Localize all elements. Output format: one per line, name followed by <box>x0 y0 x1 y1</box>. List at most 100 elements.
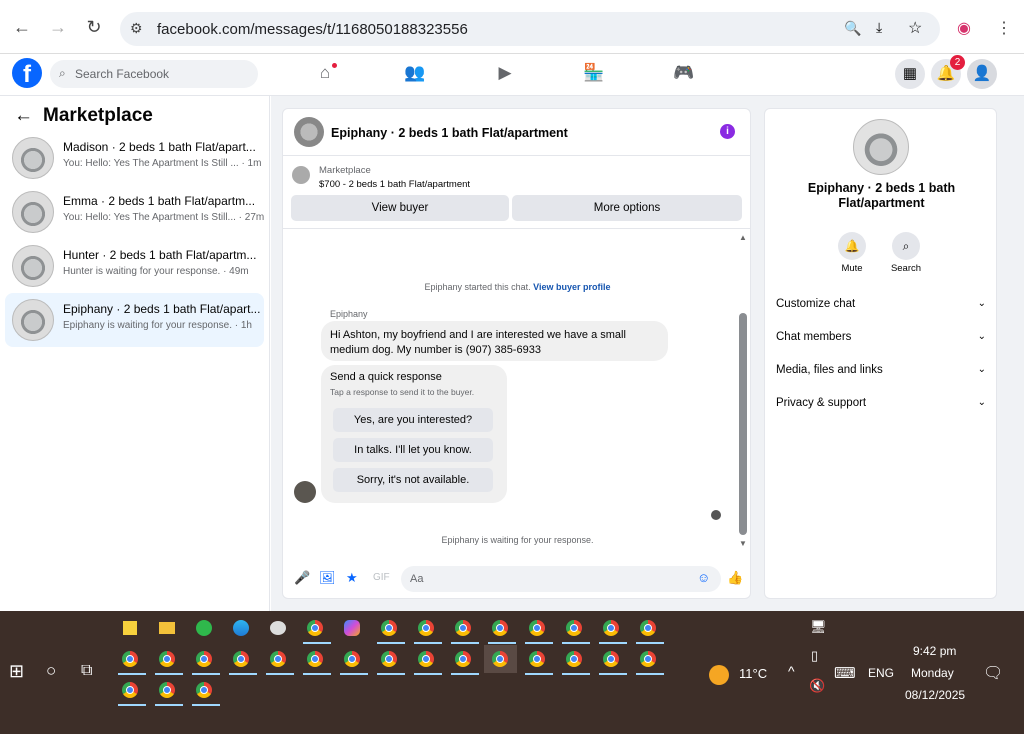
reload-icon[interactable]: ↻ <box>82 17 106 38</box>
conversation-item[interactable]: Hunter · 2 beds 1 bath Flat/apartm... Hu… <box>5 239 264 293</box>
device-icon[interactable]: ▯ <box>811 648 818 664</box>
quick-response-option[interactable]: In talks. I'll let you know. <box>333 438 493 462</box>
chrome-icon[interactable] <box>562 616 590 644</box>
chrome-icon[interactable] <box>303 647 331 675</box>
install-icon[interactable]: ⤓ <box>876 19 882 36</box>
photo-icon[interactable]: 🖼 <box>319 570 336 586</box>
chrome-icon[interactable] <box>562 647 590 675</box>
conversation-item[interactable]: Madison · 2 beds 1 bath Flat/apart... Yo… <box>5 131 264 185</box>
view-buyer-button[interactable]: View buyer <box>291 195 509 221</box>
microphone-icon[interactable]: 🎤 <box>294 570 310 586</box>
chrome-icon[interactable] <box>266 647 294 675</box>
edge-icon[interactable] <box>229 616 253 640</box>
marketplace-header[interactable]: ← Marketplace <box>14 105 153 127</box>
chrome-icon[interactable] <box>599 647 627 675</box>
clock-date[interactable]: 08/12/2025 <box>905 688 965 702</box>
privacy-support-row[interactable]: Privacy & support ⌄ <box>776 397 986 409</box>
network-icon[interactable]: 🖥 <box>810 619 827 635</box>
chrome-icon[interactable] <box>377 616 405 644</box>
gif-icon[interactable]: GIF <box>373 572 390 583</box>
menu-dots-icon[interactable]: ⋮ <box>996 18 1012 38</box>
account-avatar[interactable]: 👤 <box>967 59 997 89</box>
scrollbar-thumb[interactable] <box>739 313 747 535</box>
chrome-icon-active[interactable] <box>484 645 517 673</box>
media-files-row[interactable]: Media, files and links ⌄ <box>776 364 986 376</box>
customize-chat-row[interactable]: Customize chat ⌄ <box>776 298 986 310</box>
chrome-icon[interactable] <box>451 647 479 675</box>
chrome-icon[interactable] <box>451 616 479 644</box>
friends-icon[interactable]: 👥 <box>404 63 426 85</box>
copilot-icon[interactable] <box>340 616 364 640</box>
chrome-icon[interactable] <box>636 647 664 675</box>
chat-members-row[interactable]: Chat members ⌄ <box>776 331 986 343</box>
chrome-icon[interactable] <box>192 678 220 706</box>
address-bar[interactable]: ⚙ facebook.com/messages/t/11680501883235… <box>120 12 940 46</box>
chat-title[interactable]: Epiphany · 2 beds 1 bath Flat/apartment <box>331 126 568 140</box>
chrome-icon[interactable] <box>414 647 442 675</box>
zoom-icon[interactable]: 🔍 <box>844 20 861 37</box>
chrome-icon[interactable] <box>377 647 405 675</box>
weather-sun-icon[interactable] <box>709 665 729 685</box>
more-options-button[interactable]: More options <box>512 195 742 221</box>
search-placeholder[interactable]: Search Facebook <box>75 67 169 81</box>
profile-icon[interactable]: ◉ <box>957 18 971 38</box>
chrome-icon[interactable] <box>525 616 553 644</box>
scroll-up-icon[interactable]: ▲ <box>739 233 747 242</box>
chrome-icon[interactable] <box>303 616 331 644</box>
windows-start-icon[interactable]: ⊞ <box>9 661 24 682</box>
file-explorer-icon[interactable] <box>155 616 179 640</box>
message-input[interactable]: Aa <box>401 566 721 592</box>
facebook-logo[interactable]: f <box>12 58 42 88</box>
clock-time[interactable]: 9:42 pm <box>913 644 956 658</box>
chrome-icon[interactable] <box>155 647 183 675</box>
chrome-icon[interactable] <box>340 647 368 675</box>
notification-center-icon[interactable]: 🗨 <box>983 663 1003 683</box>
conversation-item[interactable]: Emma · 2 beds 1 bath Flat/apartm... You:… <box>5 185 264 239</box>
clock-day[interactable]: Monday <box>911 666 954 680</box>
sticker-icon[interactable]: ★ <box>346 570 358 586</box>
listing-title[interactable]: $700 - 2 beds 1 bath Flat/apartment <box>319 179 470 190</box>
forward-icon[interactable]: → <box>46 17 70 38</box>
menu-grid-icon[interactable]: ▦ <box>895 59 925 89</box>
mute-bell-icon[interactable]: 🔔 <box>838 232 866 260</box>
url-text[interactable]: facebook.com/messages/t/1168050188323556 <box>157 21 468 38</box>
chrome-icon[interactable] <box>414 616 442 644</box>
app-icon[interactable] <box>192 616 216 640</box>
back-arrow-icon[interactable]: ← <box>14 105 33 126</box>
quick-response-option[interactable]: Sorry, it's not available. <box>333 468 493 492</box>
info-icon[interactable]: i <box>720 124 735 139</box>
chrome-icon[interactable] <box>636 616 664 644</box>
conversation-item-active[interactable]: Epiphany · 2 beds 1 bath Flat/apart... E… <box>5 293 264 347</box>
gaming-icon[interactable]: 🎮 <box>673 63 695 85</box>
scroll-down-icon[interactable]: ▼ <box>739 539 747 548</box>
chrome-icon[interactable] <box>118 647 146 675</box>
like-icon[interactable]: 👍 <box>727 570 743 586</box>
language-indicator[interactable]: ENG <box>868 666 894 680</box>
emoji-icon[interactable]: ☺ <box>697 570 710 585</box>
view-buyer-profile-link[interactable]: View buyer profile <box>533 282 610 292</box>
sticky-notes-icon[interactable] <box>118 616 142 640</box>
volume-muted-icon[interactable]: 🔇 <box>809 678 825 694</box>
search-box[interactable]: ⌕ Search Facebook <box>50 60 258 88</box>
chrome-icon[interactable] <box>229 647 257 675</box>
quick-response-option[interactable]: Yes, are you interested? <box>333 408 493 432</box>
chrome-icon[interactable] <box>599 616 627 644</box>
chrome-icon[interactable] <box>192 647 220 675</box>
chrome-icon[interactable] <box>525 647 553 675</box>
chat-scrollbar[interactable]: ▲ ▼ <box>738 231 748 551</box>
site-settings-icon[interactable]: ⚙ <box>130 20 143 37</box>
search-circle-icon[interactable]: ○ <box>46 661 56 681</box>
chrome-icon[interactable] <box>118 678 146 706</box>
paint-icon[interactable] <box>266 616 290 640</box>
task-view-icon[interactable]: ⧉ <box>81 662 92 680</box>
back-icon[interactable]: ← <box>10 17 34 38</box>
keyboard-icon[interactable]: ⌨ <box>834 664 856 682</box>
chevron-up-icon[interactable]: ^ <box>788 663 795 679</box>
marketplace-icon[interactable]: 🏪 <box>583 63 605 85</box>
chat-avatar[interactable] <box>294 117 324 147</box>
video-icon[interactable]: ▶ <box>494 63 516 85</box>
search-icon[interactable]: ⌕ <box>892 232 920 260</box>
bookmark-star-icon[interactable]: ☆ <box>908 18 922 38</box>
chrome-icon[interactable] <box>155 678 183 706</box>
chrome-icon[interactable] <box>488 616 516 644</box>
